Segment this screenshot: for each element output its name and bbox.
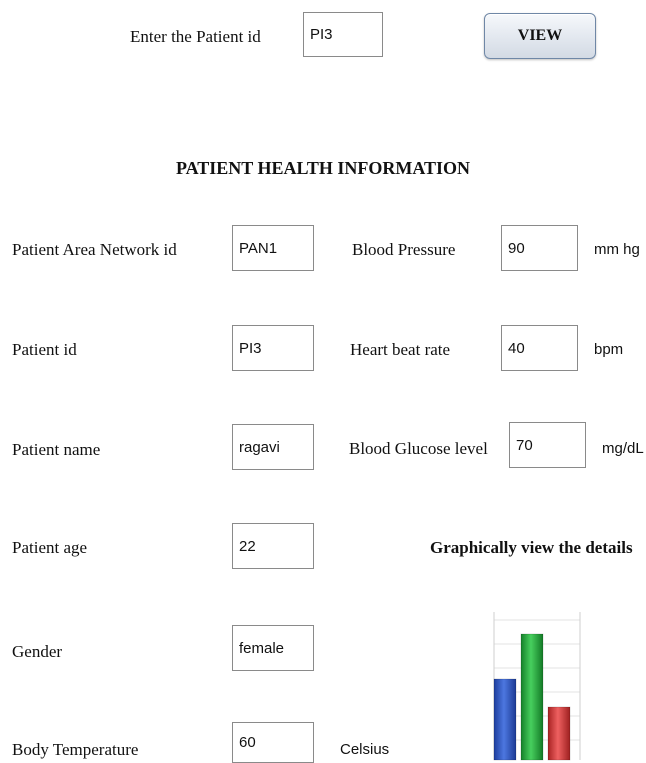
patient-name-field[interactable] [232, 424, 314, 470]
heart-rate-unit: bpm [594, 341, 624, 358]
patient-id-prompt-label: Enter the Patient id [130, 27, 261, 46]
pan-id-label: Patient Area Network id [12, 240, 177, 259]
patient-id-search-input[interactable] [303, 12, 383, 57]
blood-pressure-label: Blood Pressure [352, 240, 456, 259]
heart-rate-field[interactable] [501, 325, 578, 371]
body-temperature-unit: Celsius [340, 741, 390, 758]
patient-id-field[interactable] [232, 325, 314, 371]
bar-chart-icon-bars [493, 633, 571, 761]
body-temperature-field[interactable] [232, 722, 314, 763]
gender-field[interactable] [232, 625, 314, 671]
patient-id-label: Patient id [12, 340, 77, 359]
bar-chart-icon-red-bar [547, 706, 571, 761]
blood-glucose-unit: mg/dL [602, 440, 644, 457]
blood-glucose-field[interactable] [509, 422, 586, 468]
page-title: PATIENT HEALTH INFORMATION [175, 158, 471, 178]
body-temperature-label: Body Temperature [12, 740, 139, 759]
blood-pressure-unit: mm hg [594, 241, 640, 258]
bar-chart-icon-green-bar [520, 633, 544, 761]
blood-pressure-field[interactable] [501, 225, 578, 271]
patient-name-label: Patient name [12, 440, 101, 459]
patient-age-label: Patient age [12, 538, 88, 557]
gender-label: Gender [12, 642, 63, 661]
bar-chart-icon[interactable] [488, 608, 584, 763]
patient-age-field[interactable] [232, 523, 314, 569]
pan-id-field[interactable] [232, 225, 314, 271]
heart-rate-label: Heart beat rate [350, 340, 451, 359]
graphical-view-label: Graphically view the details [430, 538, 633, 557]
bar-chart-icon-blue-bar [493, 678, 517, 761]
blood-glucose-label: Blood Glucose level [349, 439, 488, 458]
view-button[interactable]: VIEW [484, 13, 596, 59]
